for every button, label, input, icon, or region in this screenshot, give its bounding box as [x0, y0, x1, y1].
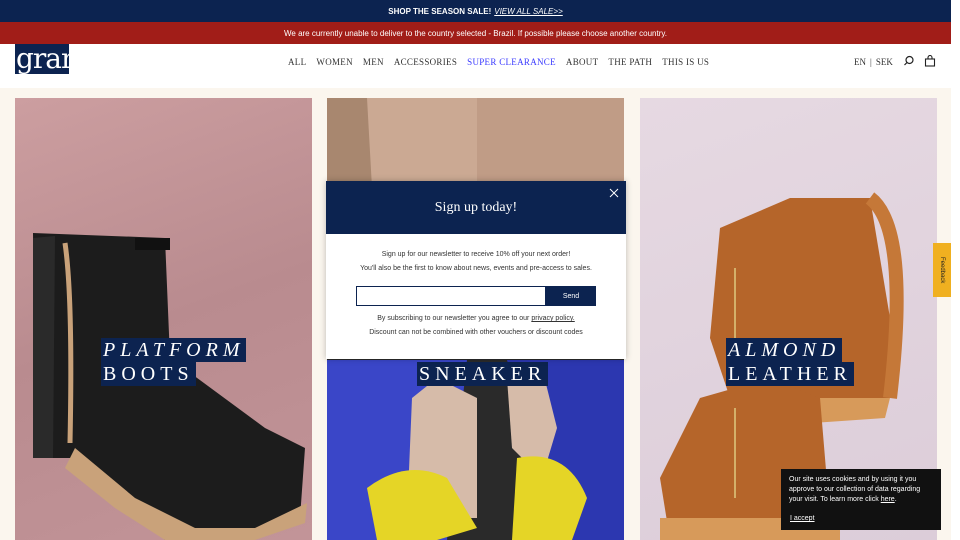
tile-line1: ALMOND: [726, 338, 843, 362]
newsletter-modal-body: Sign up for our newsletter to receive 10…: [326, 234, 626, 340]
tile-line1: PLATFORM: [101, 338, 247, 362]
cookie-learn-more-link[interactable]: here: [881, 496, 895, 503]
gram-logo[interactable]: gram: [15, 44, 69, 74]
currency-label[interactable]: SEK: [876, 57, 893, 67]
cart-bag-icon[interactable]: [924, 55, 936, 67]
language-label[interactable]: EN: [854, 57, 866, 67]
newsletter-modal-header: Sign up today!: [326, 181, 626, 234]
tile-title-almond-leather: ALMOND LEATHER: [726, 338, 854, 386]
nav-all[interactable]: ALL: [288, 57, 306, 67]
newsletter-benefit-text: You'll also be the first to know about n…: [360, 265, 592, 272]
newsletter-offer-text: Sign up for our newsletter to receive 10…: [381, 251, 571, 258]
tile-line2: LEATHER: [726, 362, 854, 386]
cookie-banner: Our site uses cookies and by using it yo…: [781, 469, 941, 530]
tile-line2: SNEAKER: [417, 362, 549, 386]
main-nav: ALL WOMEN MEN ACCESSORIES SUPER CLEARANC…: [288, 57, 709, 67]
cookie-text: Our site uses cookies and by using it yo…: [789, 476, 921, 503]
newsletter-form: Send: [356, 286, 626, 306]
privacy-policy-link[interactable]: privacy policy.: [531, 315, 574, 322]
nav-super-clearance[interactable]: SUPER CLEARANCE: [467, 57, 556, 67]
newsletter-modal: Sign up today! Sign up for our newslette…: [326, 181, 626, 359]
close-icon[interactable]: [608, 187, 620, 199]
nav-about[interactable]: ABOUT: [566, 57, 599, 67]
newsletter-title: Sign up today!: [434, 199, 518, 215]
locale-separator: |: [870, 57, 872, 67]
country-alert-text: We are currently unable to deliver to th…: [283, 28, 668, 38]
promo-bar: SHOP THE SEASON SALE! VIEW ALL SALE>>: [0, 0, 951, 22]
tile-title-platform-boots: PLATFORM BOOTS: [101, 338, 247, 386]
site-header: gram ALL WOMEN MEN ACCESSORIES SUPER CLE…: [0, 44, 951, 88]
nav-men[interactable]: MEN: [363, 57, 384, 67]
send-button[interactable]: Send: [546, 286, 596, 306]
tile-platform-boots[interactable]: PLATFORM BOOTS: [15, 98, 312, 540]
country-alert-bar: We are currently unable to deliver to th…: [0, 22, 951, 44]
accept-cookies-button[interactable]: I accept: [790, 514, 815, 524]
view-all-sale-link[interactable]: VIEW ALL SALE>>: [494, 7, 562, 16]
tile-title-sneaker: SNEAKER: [417, 362, 549, 386]
cookie-text-end: .: [894, 496, 897, 503]
nav-the-path[interactable]: THE PATH: [608, 57, 652, 67]
feedback-label: Feedback: [939, 256, 945, 284]
nav-accessories[interactable]: ACCESSORIES: [394, 57, 457, 67]
privacy-notice: By subscribing to our newsletter you agr…: [326, 312, 626, 326]
email-field[interactable]: [356, 286, 546, 306]
feedback-tab[interactable]: Feedback: [933, 243, 951, 297]
privacy-prefix: By subscribing to our newsletter you agr…: [377, 315, 530, 322]
promo-text: SHOP THE SEASON SALE!: [388, 6, 492, 16]
search-icon[interactable]: [903, 55, 915, 67]
platform-boot-image: [33, 233, 307, 540]
tile-line2: BOOTS: [101, 362, 196, 386]
nav-women[interactable]: WOMEN: [316, 57, 353, 67]
locale-selector[interactable]: EN | SEK: [854, 57, 893, 67]
discount-note: Discount can not be combined with other …: [369, 329, 583, 336]
nav-this-is-us[interactable]: THIS IS US: [662, 57, 709, 67]
